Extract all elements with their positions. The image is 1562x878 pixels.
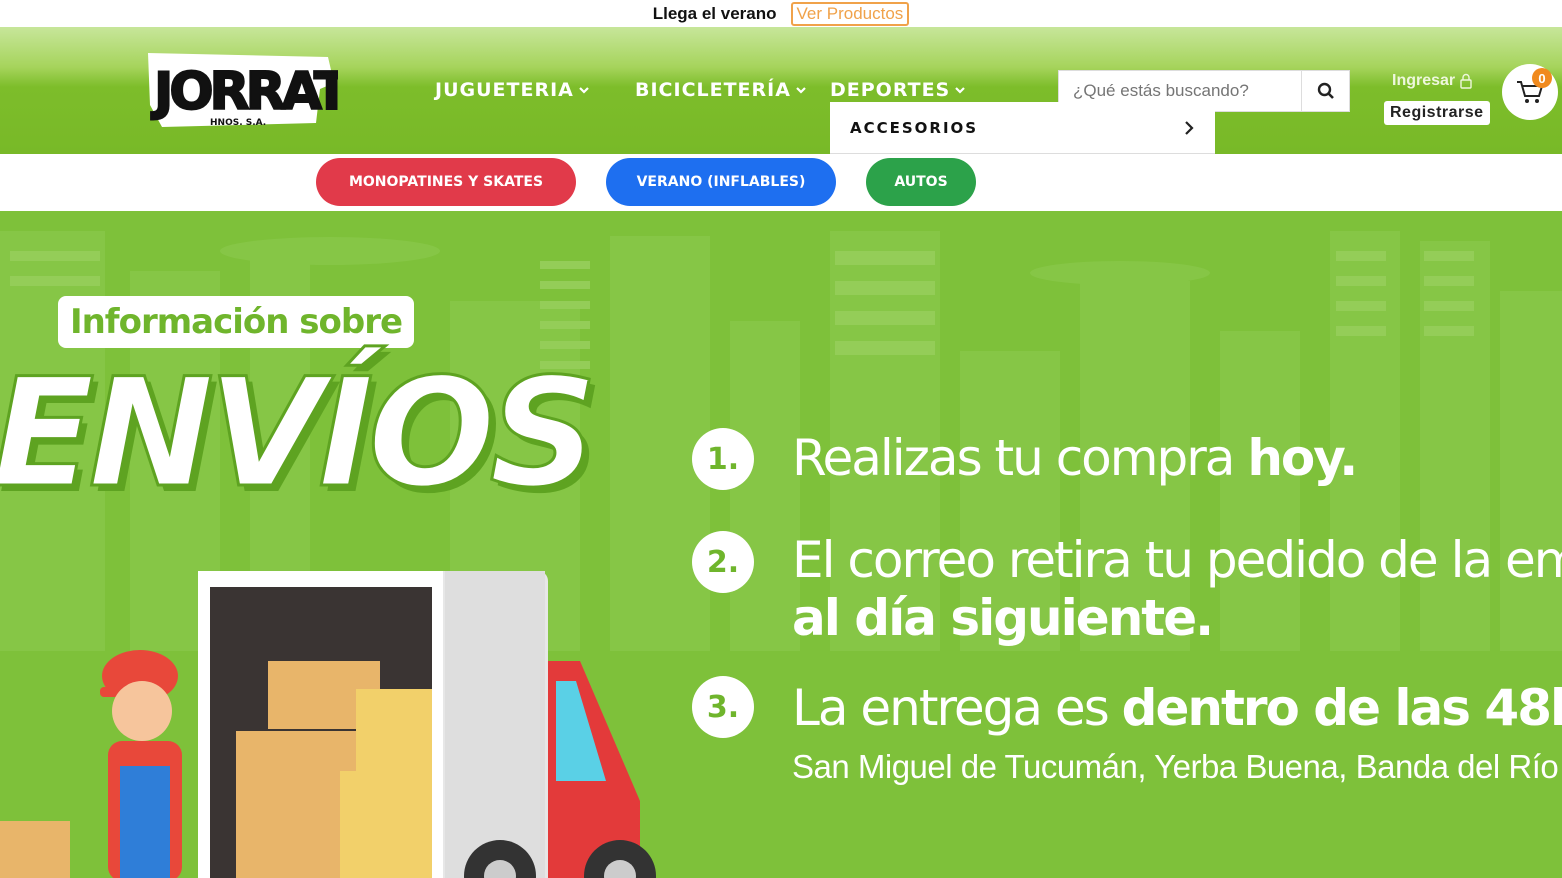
step-3-text-bold: dentro de las 48hs bbox=[1121, 679, 1562, 737]
promo-bar: Llega el verano Ver Productos bbox=[0, 0, 1562, 27]
step-2-text-line2: al día siguiente. bbox=[792, 589, 1214, 647]
chevron-right-icon bbox=[1185, 120, 1194, 135]
ver-productos-button[interactable]: Ver Productos bbox=[790, 1, 910, 26]
info-tag: Información sobre bbox=[58, 296, 414, 348]
promo-text: Llega el verano bbox=[652, 3, 777, 23]
pill-autos[interactable]: AUTOS bbox=[866, 158, 976, 206]
step-2-number: 2. bbox=[692, 531, 754, 593]
nav-jugueteria[interactable]: JUGUETERIA bbox=[435, 79, 590, 101]
delivery-cities: San Miguel de Tucumán, Yerba Buena, Band… bbox=[792, 748, 1562, 785]
nav-jugueteria-label: JUGUETERIA bbox=[435, 79, 574, 101]
hero-title: ENVÍOS bbox=[0, 347, 599, 521]
nav-deportes[interactable]: DEPORTES bbox=[830, 79, 966, 101]
step-3-text-regular: La entrega es bbox=[792, 679, 1122, 737]
step-1-text-bold: hoy. bbox=[1247, 429, 1358, 487]
jorrat-logo[interactable]: JORRAT HNOS. S.A. bbox=[142, 49, 355, 131]
logo-text: JORRAT bbox=[151, 62, 338, 122]
step-1-text-regular: Realizas tu compra bbox=[792, 429, 1248, 487]
search-button[interactable] bbox=[1301, 71, 1349, 111]
chevron-down-icon bbox=[579, 87, 589, 94]
login-link[interactable]: Ingresar bbox=[1392, 72, 1473, 90]
login-label: Ingresar bbox=[1392, 72, 1456, 89]
cart-count-badge: 0 bbox=[1532, 68, 1552, 88]
register-button[interactable]: Registrarse bbox=[1384, 101, 1490, 125]
step-1-text: Realizas tu compra hoy. bbox=[792, 433, 1358, 483]
category-pills: MONOPATINES Y SKATES VERANO (INFLABLES) … bbox=[0, 154, 1562, 211]
step-1-number: 1. bbox=[692, 428, 754, 490]
site-header: JORRAT HNOS. S.A. JUGUETERIA BICICLETERÍ… bbox=[0, 27, 1562, 154]
nav-bicicleteria[interactable]: BICICLETERÍA bbox=[635, 79, 807, 101]
pill-verano[interactable]: VERANO (INFLABLES) bbox=[606, 158, 836, 206]
nav-deportes-label: DEPORTES bbox=[830, 79, 951, 101]
lock-icon bbox=[1460, 73, 1472, 89]
nav-bicicleteria-label: BICICLETERÍA bbox=[635, 79, 791, 101]
chevron-down-icon bbox=[796, 87, 806, 94]
hero-banner[interactable]: Información sobre ENVÍOS 1. Realizas tu … bbox=[0, 211, 1562, 878]
deportes-dropdown-item-accesorios[interactable]: ACCESORIOS bbox=[830, 102, 1215, 154]
dropdown-item-label: ACCESORIOS bbox=[850, 118, 979, 137]
chevron-down-icon bbox=[955, 87, 966, 94]
pill-monopatines[interactable]: MONOPATINES Y SKATES bbox=[316, 158, 576, 206]
step-3-number: 3. bbox=[692, 676, 754, 738]
step-2-text: El correo retira tu pedido de la em bbox=[792, 531, 1562, 589]
search-icon bbox=[1317, 82, 1334, 99]
logo-subtext: HNOS. S.A. bbox=[210, 118, 266, 128]
step-3-text: La entrega es dentro de las 48hs bbox=[792, 683, 1562, 733]
